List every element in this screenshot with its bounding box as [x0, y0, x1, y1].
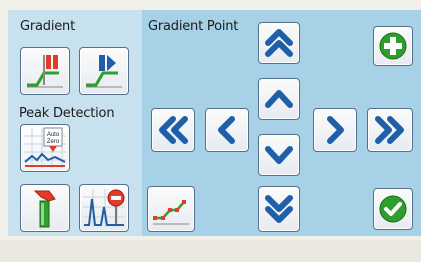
double-left-arrow-icon: [159, 116, 188, 144]
move-point-bottom-button[interactable]: [258, 186, 300, 232]
gradient-points-button[interactable]: [147, 186, 195, 232]
check-icon: [379, 195, 407, 223]
peak-stop-icon: [83, 189, 125, 227]
auto-zero-button[interactable]: Auto Zero: [20, 124, 70, 172]
confirm-button[interactable]: [373, 188, 413, 230]
peak-detection-label: Peak Detection: [19, 106, 115, 121]
add-icon: [379, 32, 407, 60]
move-point-down-button[interactable]: [258, 134, 300, 176]
injection-button[interactable]: [20, 184, 70, 232]
up-arrow-icon: [265, 90, 293, 108]
double-up-arrow-icon: [265, 29, 293, 57]
svg-text:Zero: Zero: [47, 139, 60, 145]
gradient-red-flag-button[interactable]: [20, 47, 70, 95]
move-point-first-button[interactable]: [151, 108, 195, 152]
move-point-up-button[interactable]: [258, 78, 300, 120]
injection-icon: [33, 190, 56, 228]
gradient-blue-flag-icon: [86, 55, 122, 88]
gradient-editor-window: Gradient Gradient Point Peak Detection A…: [0, 0, 421, 262]
right-arrow-icon: [327, 116, 344, 144]
add-point-button[interactable]: [373, 26, 413, 66]
move-point-last-button[interactable]: [367, 108, 413, 152]
peak-stop-button[interactable]: [79, 184, 129, 232]
double-right-arrow-icon: [375, 116, 404, 144]
gradient-red-flag-icon: [27, 55, 63, 88]
move-point-right-button[interactable]: [313, 108, 357, 152]
gradient-blue-flag-button[interactable]: [79, 47, 129, 95]
down-arrow-icon: [265, 146, 293, 164]
svg-text:Auto: Auto: [47, 132, 60, 138]
auto-zero-icon: Auto Zero: [24, 127, 66, 168]
double-down-arrow-icon: [265, 195, 293, 223]
move-point-left-button[interactable]: [205, 108, 249, 152]
gradient-point-label: Gradient Point: [148, 19, 239, 34]
gradient-label: Gradient: [20, 19, 75, 34]
left-arrow-icon: [218, 116, 235, 144]
gradient-points-icon: [153, 200, 189, 225]
move-point-top-button[interactable]: [258, 22, 300, 64]
bottom-strip: [0, 240, 421, 262]
